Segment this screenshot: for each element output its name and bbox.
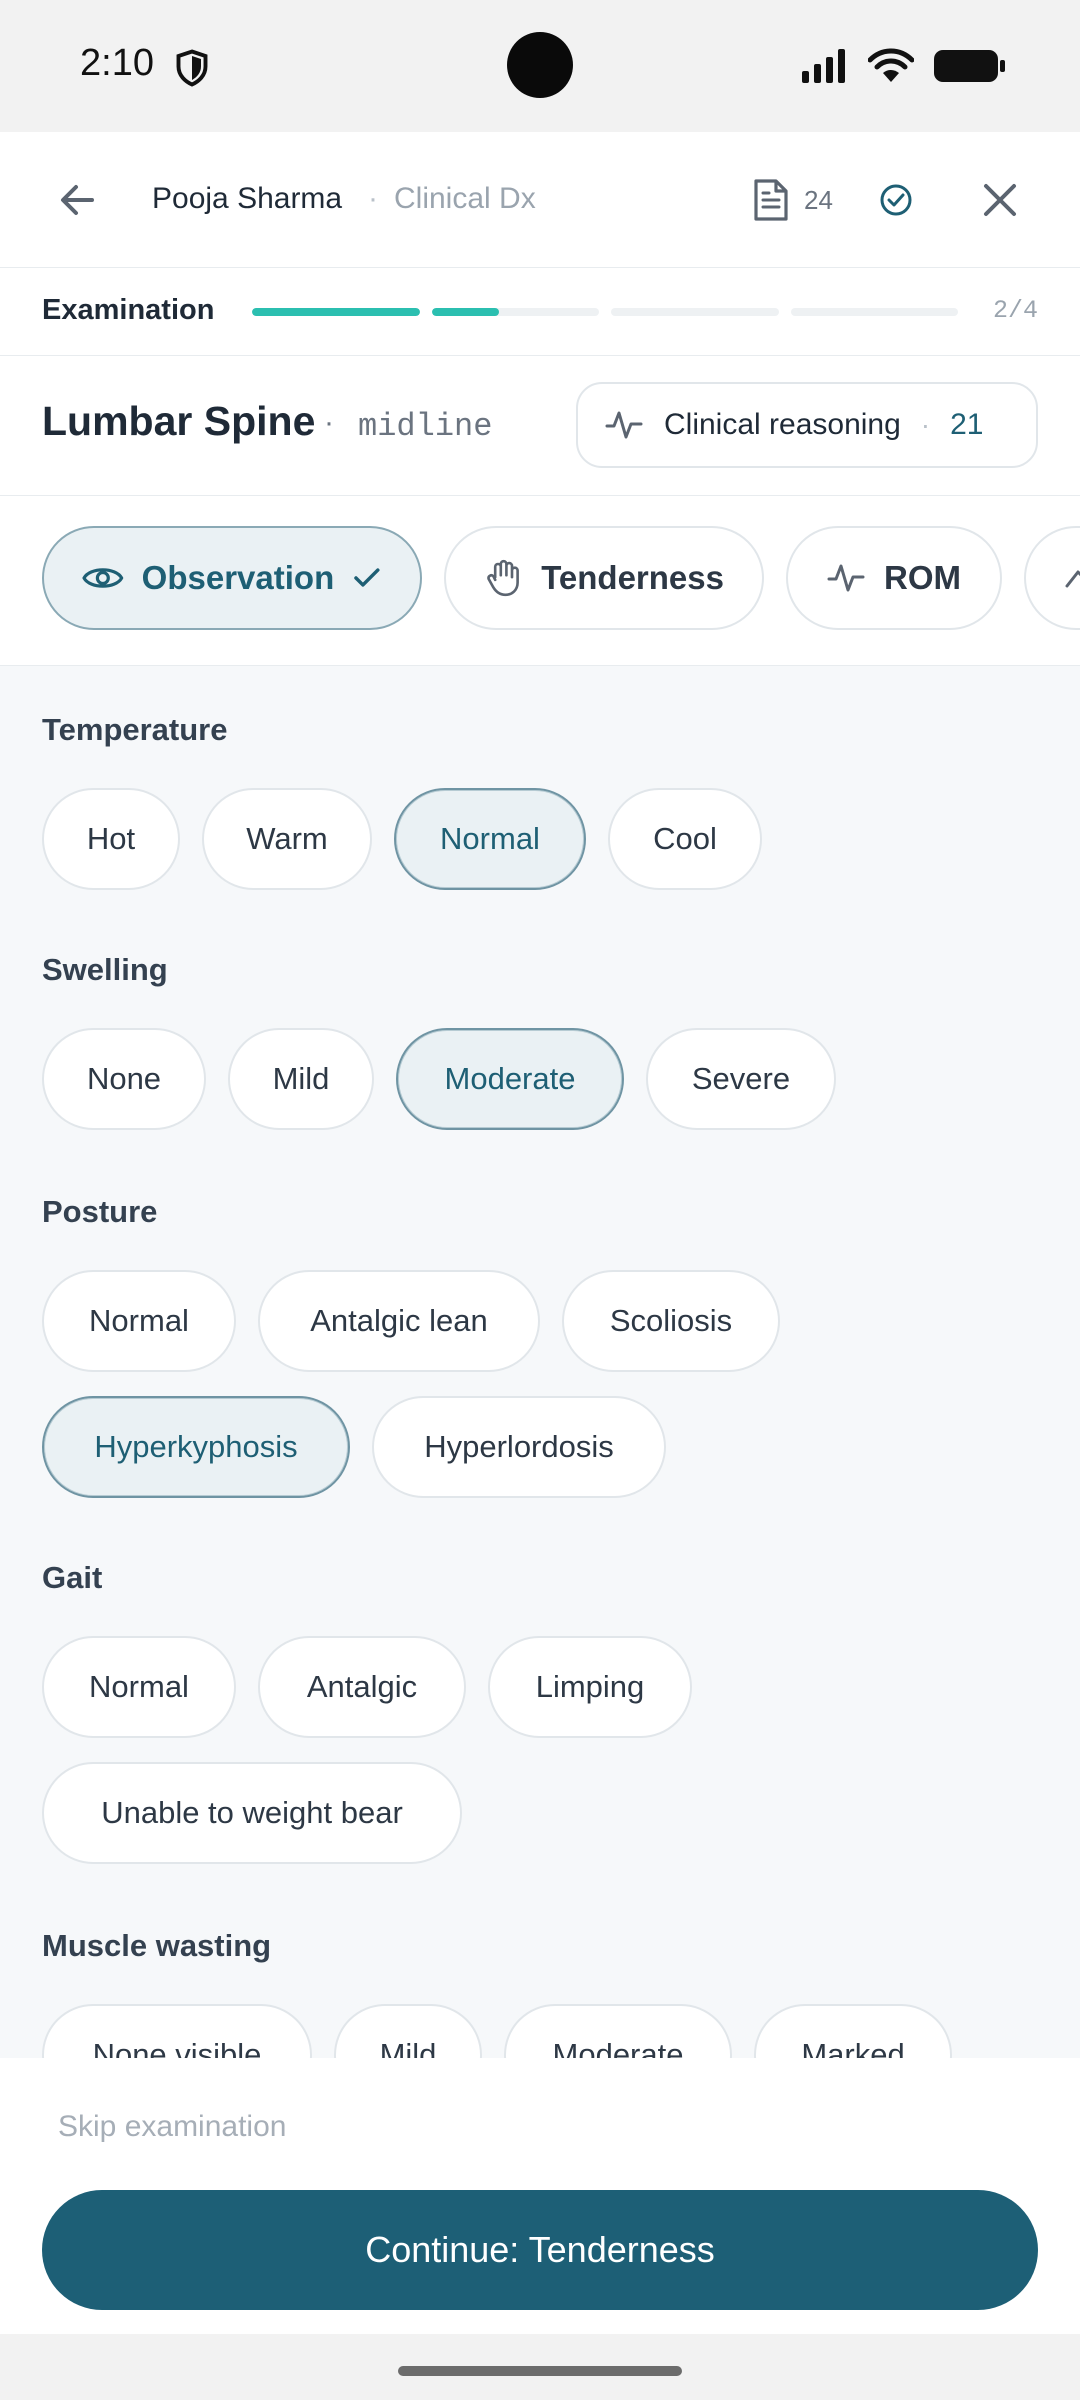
option-chip[interactable]: Cool xyxy=(608,788,762,890)
status-time: 2:10 xyxy=(80,42,154,84)
progress-segment-fill xyxy=(431,308,499,316)
option-chip[interactable]: Severe xyxy=(646,1028,836,1130)
option-chip[interactable]: Mild xyxy=(228,1028,374,1130)
document-icon xyxy=(754,179,788,221)
app-header: Pooja Sharma · Clinical Dx 24 xyxy=(0,132,1080,268)
wifi-icon xyxy=(868,48,914,82)
tab-label: ROM xyxy=(884,559,961,596)
option-chip[interactable]: Scoliosis xyxy=(562,1270,780,1372)
tab-rom[interactable]: ROM xyxy=(786,526,1002,630)
patient-name: Pooja Sharma xyxy=(152,182,343,215)
header-separator: · xyxy=(368,182,378,215)
check-circle-icon[interactable] xyxy=(874,178,918,222)
observation-form: Temperature Hot Warm Normal Cool Swellin… xyxy=(0,666,1080,2058)
signal-icon xyxy=(802,49,845,83)
reasoning-separator: · xyxy=(920,409,931,440)
camera-cutout xyxy=(507,32,573,98)
group-label-temperature: Temperature xyxy=(42,712,228,747)
region-header: Lumbar Spine · midline Clinical reasonin… xyxy=(0,356,1080,496)
progress-segment xyxy=(431,308,599,316)
option-chip[interactable]: Antalgic xyxy=(258,1636,466,1738)
group-label-posture: Posture xyxy=(42,1194,158,1229)
home-indicator[interactable] xyxy=(398,2366,682,2376)
option-chip[interactable]: Normal xyxy=(42,1270,236,1372)
option-chip[interactable]: Mild xyxy=(334,2004,482,2058)
close-button[interactable] xyxy=(976,176,1024,224)
option-chip[interactable]: Normal xyxy=(42,1636,236,1738)
option-chip[interactable]: Warm xyxy=(202,788,372,890)
continue-button[interactable]: Continue: Tenderness xyxy=(42,2190,1038,2310)
option-chip[interactable]: Antalgic lean xyxy=(258,1270,540,1372)
exam-progress: Examination 2/4 xyxy=(0,268,1080,356)
option-chip[interactable]: None visible xyxy=(42,2004,312,2058)
hand-icon xyxy=(487,559,519,597)
progress-segment xyxy=(252,308,420,316)
progress-segment xyxy=(790,308,958,316)
option-chip[interactable]: None xyxy=(42,1028,206,1130)
group-label-muscle-wasting: Muscle wasting xyxy=(42,1928,272,1963)
status-icons xyxy=(802,46,1006,86)
back-button[interactable] xyxy=(52,176,108,224)
reasoning-count: 21 xyxy=(950,408,984,441)
exam-tabs: Observation Tenderness ROM xyxy=(0,496,1080,666)
activity-icon xyxy=(1065,570,1080,588)
skip-examination-link[interactable]: Skip examination xyxy=(58,2110,286,2144)
group-label-swelling: Swelling xyxy=(42,952,168,987)
tab-label: Tenderness xyxy=(541,559,724,596)
notes-count: 24 xyxy=(804,184,833,215)
notes-button[interactable]: 24 xyxy=(752,174,833,226)
region-title: Lumbar Spine xyxy=(42,398,316,444)
tab-label: Observation xyxy=(141,559,335,596)
reasoning-label: Clinical reasoning xyxy=(664,408,901,441)
option-chip[interactable]: Limping xyxy=(488,1636,692,1738)
check-icon xyxy=(354,568,380,587)
shield-icon xyxy=(176,49,208,87)
activity-icon xyxy=(827,564,865,592)
option-chip[interactable]: Marked xyxy=(754,2004,952,2058)
progress-label: Examination xyxy=(42,294,215,326)
region-side: midline xyxy=(358,408,493,445)
option-chip[interactable]: Moderate xyxy=(504,2004,732,2058)
tab-next-partial[interactable] xyxy=(1024,526,1080,630)
region-separator: · xyxy=(324,406,334,439)
footer-actions: Skip examination Continue: Tenderness xyxy=(0,2058,1080,2400)
battery-icon xyxy=(934,50,1005,82)
session-type: Clinical Dx xyxy=(394,182,536,215)
option-chip[interactable]: Hyperlordosis xyxy=(372,1396,666,1498)
group-label-gait: Gait xyxy=(42,1560,103,1595)
clinical-reasoning-button[interactable]: Clinical reasoning · 21 xyxy=(576,382,1038,468)
option-chip-selected[interactable]: Normal xyxy=(394,788,586,890)
eye-icon xyxy=(82,568,124,588)
activity-icon xyxy=(605,411,643,439)
option-chip[interactable]: Hot xyxy=(42,788,180,890)
tab-tenderness[interactable]: Tenderness xyxy=(444,526,764,630)
option-chip-selected[interactable]: Hyperkyphosis xyxy=(42,1396,350,1498)
progress-step: 2/4 xyxy=(992,296,1038,325)
status-bar: 2:10 xyxy=(0,0,1080,132)
progress-segment-fill xyxy=(252,308,420,316)
option-chip[interactable]: Unable to weight bear xyxy=(42,1762,462,1864)
option-chip-selected[interactable]: Moderate xyxy=(396,1028,624,1130)
tab-observation[interactable]: Observation xyxy=(42,526,422,630)
progress-segment xyxy=(611,308,779,316)
